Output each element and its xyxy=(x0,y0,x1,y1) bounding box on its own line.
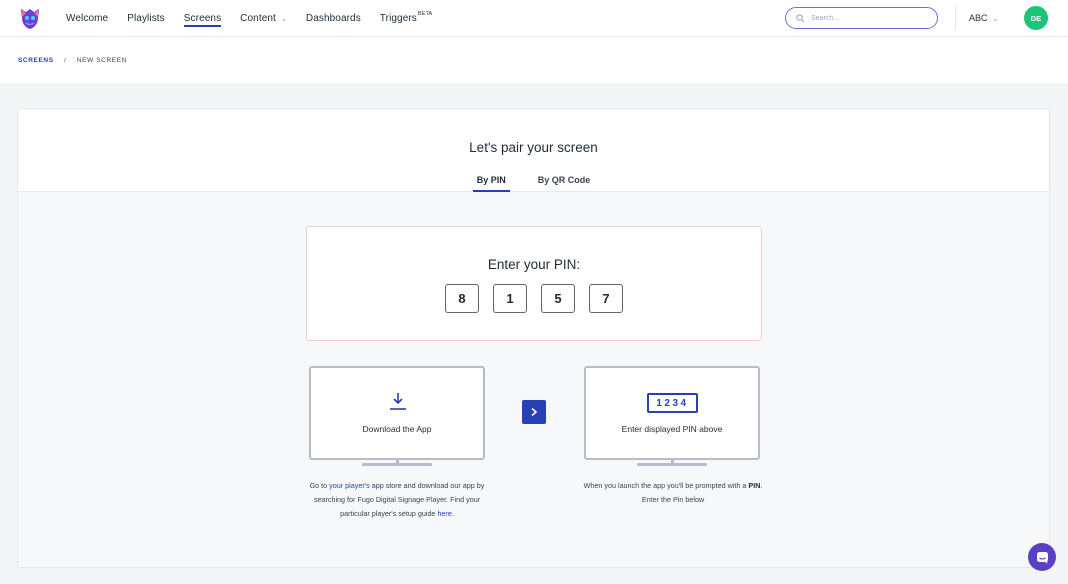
nav-item-screens[interactable]: Screens xyxy=(183,0,222,37)
main-nav: Welcome Playlists Screens Content ⌄ Dashb… xyxy=(66,0,451,37)
chat-icon xyxy=(1036,551,1048,563)
pin-entry-box: Enter your PIN: 8 1 5 7 xyxy=(306,226,762,341)
avatar-initials: DE xyxy=(1030,13,1042,23)
search-input[interactable] xyxy=(811,14,921,22)
account-switcher[interactable]: ABC ⌄ xyxy=(969,13,998,23)
fugo-logo-icon[interactable] xyxy=(19,6,41,30)
nav-item-dashboards[interactable]: Dashboards xyxy=(306,0,361,37)
setup-guide-link[interactable]: here xyxy=(437,509,451,518)
tab-by-qr-code[interactable]: By QR Code xyxy=(534,175,595,191)
pin-digit-input[interactable]: 7 xyxy=(589,284,623,313)
download-icon xyxy=(390,393,406,410)
breadcrumb-screens-link[interactable]: SCREENS xyxy=(18,57,54,64)
download-app-monitor: Download the App xyxy=(309,366,485,460)
nav-item-playlists[interactable]: Playlists xyxy=(127,0,165,37)
next-step-button[interactable] xyxy=(522,400,546,424)
pairing-card: Let's pair your screen By PIN By QR Code… xyxy=(17,108,1050,568)
download-app-label: Download the App xyxy=(362,424,432,434)
breadcrumb-bar: SCREENS / NEW SCREEN xyxy=(0,37,1068,83)
breadcrumb: SCREENS / NEW SCREEN xyxy=(18,57,127,64)
nav-item-triggers[interactable]: Triggers BETA xyxy=(380,0,432,37)
pin-digit-input[interactable]: 1 xyxy=(493,284,527,313)
tab-by-pin[interactable]: By PIN xyxy=(472,175,510,192)
breadcrumb-separator: / xyxy=(64,57,67,64)
pairing-tabs: By PIN By QR Code xyxy=(18,175,1049,192)
nav-label: Dashboards xyxy=(305,13,361,24)
enter-pin-monitor: 1234 Enter displayed PIN above xyxy=(584,366,760,460)
breadcrumb-current: NEW SCREEN xyxy=(76,57,127,64)
chevron-right-icon xyxy=(531,407,538,417)
monitor-base xyxy=(362,463,432,466)
enter-pin-label: Enter displayed PIN above xyxy=(621,424,723,434)
avatar[interactable]: DE xyxy=(1024,6,1048,30)
pin-title: Enter your PIN: xyxy=(487,257,581,272)
search-box[interactable] xyxy=(785,7,938,29)
chevron-down-icon: ⌄ xyxy=(280,15,287,23)
search-icon xyxy=(796,13,805,22)
nav-label: Playlists xyxy=(127,13,165,24)
pin-digit-input[interactable]: 8 xyxy=(445,284,479,313)
top-navbar: Welcome Playlists Screens Content ⌄ Dashb… xyxy=(0,0,1068,37)
nav-label: Welcome xyxy=(66,13,109,24)
nav-item-content[interactable]: Content ⌄ xyxy=(240,0,287,37)
nav-item-welcome[interactable]: Welcome xyxy=(66,0,108,37)
pairing-body: Enter your PIN: 8 1 5 7 Download the App xyxy=(18,192,1049,567)
desc-text: Go to xyxy=(309,481,330,490)
account-label: ABC xyxy=(969,13,988,23)
page-title: Let's pair your screen xyxy=(469,140,598,155)
chat-button[interactable] xyxy=(1028,543,1056,571)
pairing-header: Let's pair your screen By PIN By QR Code xyxy=(18,109,1049,192)
nav-label: Content xyxy=(240,13,276,24)
nav-label: Triggers xyxy=(379,13,417,24)
chevron-down-icon: ⌄ xyxy=(992,16,999,23)
divider xyxy=(955,6,956,30)
desc-text: When you launch the app you'll be prompt… xyxy=(583,481,749,490)
beta-badge: BETA xyxy=(417,10,433,17)
pin-digits: 8 1 5 7 xyxy=(307,284,761,313)
enter-pin-description: When you launch the app you'll be prompt… xyxy=(583,479,763,507)
desc-text: . xyxy=(451,509,454,518)
sample-pin-display: 1234 xyxy=(647,393,698,413)
pin-digit-input[interactable]: 5 xyxy=(541,284,575,313)
players-link[interactable]: your player's xyxy=(329,481,370,490)
nav-label: Screens xyxy=(183,13,222,24)
download-description: Go to your player's app store and downlo… xyxy=(308,479,486,521)
monitor-base xyxy=(637,463,707,466)
desc-bold: PIN xyxy=(748,481,761,490)
